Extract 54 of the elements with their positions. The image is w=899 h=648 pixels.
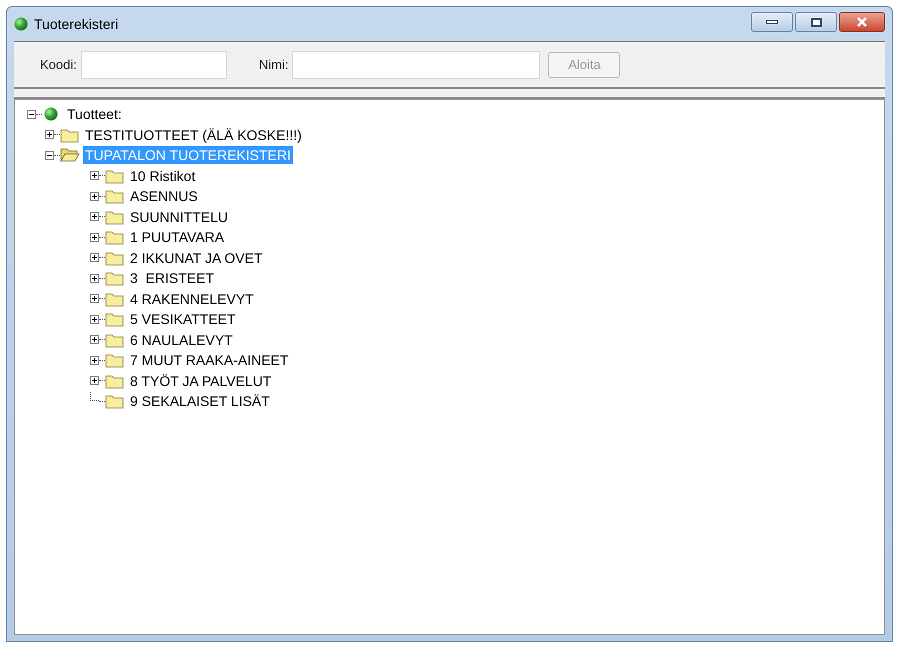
tree-item[interactable]: 1 PUUTAVARA	[128, 228, 226, 246]
expand-icon[interactable]	[90, 376, 99, 386]
tree-item[interactable]: 7 MUUT RAAKA-AINEET	[128, 351, 290, 370]
window-title: Tuoterekisteri	[34, 14, 118, 34]
folder-icon	[105, 168, 125, 184]
folder-icon	[105, 250, 125, 266]
name-field[interactable]	[292, 50, 540, 78]
expand-icon[interactable]	[90, 232, 99, 242]
code-field[interactable]	[80, 50, 227, 78]
folder-icon	[105, 332, 125, 348]
tree-item[interactable]: Tuotteet:	[65, 105, 124, 124]
folder-icon	[105, 229, 125, 246]
tree-item[interactable]: ASENNUS	[128, 187, 200, 206]
tree-item[interactable]: 6 NAULALEVYT	[128, 330, 235, 349]
tree-item[interactable]: 9 SEKALAISET LISÄT	[128, 392, 272, 410]
expand-icon[interactable]	[90, 171, 99, 180]
expand-icon[interactable]	[90, 314, 99, 324]
folder-icon	[105, 372, 125, 389]
close-button[interactable]	[839, 12, 885, 32]
maximize-button[interactable]	[795, 12, 837, 32]
tree-item[interactable]: 2 IKKUNAT JA OVET	[128, 248, 265, 267]
folder-icon	[105, 270, 125, 286]
app-icon	[14, 17, 28, 31]
tree-item[interactable]: SUUNNITTELU	[128, 208, 230, 226]
folder-icon	[60, 126, 80, 143]
expand-icon[interactable]	[90, 212, 99, 222]
folder-icon	[105, 311, 125, 328]
tree-item[interactable]: 8 TYÖT JA PALVELUT	[128, 372, 274, 390]
folder-icon	[105, 352, 125, 368]
folder-icon	[105, 393, 125, 410]
expand-icon[interactable]	[90, 274, 99, 283]
close-icon	[856, 17, 868, 27]
tree-item[interactable]: 10 Ristikot	[128, 166, 198, 185]
tree-item[interactable]: TESTITUOTTEET (ÄLÄ KOSKE!!!)	[83, 126, 304, 144]
expand-icon[interactable]	[90, 335, 99, 344]
status-ball-icon	[44, 107, 58, 122]
code-label: Koodi:	[40, 56, 77, 74]
tree-item[interactable]: 3 ERISTEET	[128, 269, 216, 288]
name-label: Nimi:	[258, 56, 288, 74]
expand-icon[interactable]	[90, 356, 99, 365]
folder-icon	[105, 188, 125, 204]
splitter-bar[interactable]	[14, 87, 885, 99]
collapse-icon[interactable]	[45, 150, 54, 160]
collapse-icon[interactable]	[27, 110, 36, 119]
folder-icon	[105, 290, 125, 307]
tree-item[interactable]: 4 RAKENNELEVYT	[128, 290, 256, 308]
expand-icon[interactable]	[45, 130, 54, 140]
expand-icon[interactable]	[90, 294, 99, 304]
folder-icon	[105, 208, 125, 225]
expand-icon[interactable]	[90, 192, 99, 201]
minimize-button[interactable]	[751, 12, 793, 32]
tree-item[interactable]: 5 VESIKATTEET	[128, 310, 238, 328]
open-folder-icon	[60, 147, 80, 164]
expand-icon[interactable]	[90, 253, 99, 262]
